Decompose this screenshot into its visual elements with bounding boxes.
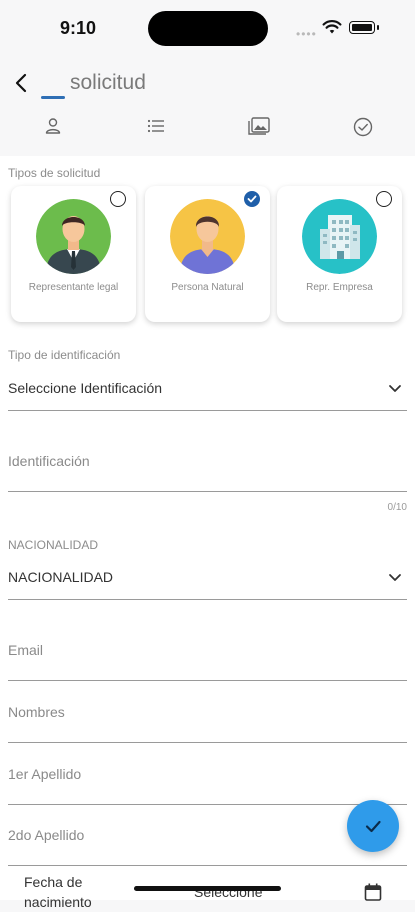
page-title: solicitud bbox=[70, 71, 146, 94]
id-type-label: Tipo de identificación bbox=[8, 348, 121, 362]
radio-checked-icon[interactable] bbox=[244, 191, 260, 207]
nationality-label: NACIONALIDAD bbox=[8, 538, 99, 552]
first-surname-input[interactable]: 1er Apellido bbox=[8, 766, 81, 782]
submit-fab-button[interactable] bbox=[347, 800, 399, 852]
card-representante-legal[interactable]: Representante legal bbox=[11, 186, 136, 322]
check-icon bbox=[365, 820, 381, 833]
nationality-underline bbox=[8, 599, 407, 600]
list-icon bbox=[147, 119, 164, 133]
first-surname-underline bbox=[8, 804, 407, 805]
gallery-icon bbox=[248, 117, 270, 135]
request-form: Tipos de solicitud Representante legal P… bbox=[0, 156, 415, 900]
calendar-icon[interactable] bbox=[363, 882, 383, 902]
status-bar: 9:10 •••• bbox=[0, 0, 415, 56]
identification-input[interactable]: Identificación bbox=[8, 453, 90, 469]
section-label: Tipos de solicitud bbox=[8, 166, 101, 180]
tab-list[interactable] bbox=[126, 116, 186, 154]
email-underline bbox=[8, 680, 407, 681]
home-indicator[interactable] bbox=[134, 886, 281, 891]
nationality-select[interactable]: NACIONALIDAD bbox=[8, 569, 113, 585]
back-button[interactable] bbox=[10, 68, 36, 98]
id-type-underline bbox=[8, 410, 407, 411]
tab-bar bbox=[0, 112, 415, 156]
birth-date-label: Fecha de nacimiento bbox=[24, 874, 92, 910]
dynamic-island bbox=[148, 11, 268, 46]
status-time: 9:10 bbox=[60, 18, 97, 38]
person-icon bbox=[45, 118, 61, 134]
card-label: Representante legal bbox=[28, 282, 119, 293]
card-persona-natural[interactable]: Persona Natural bbox=[145, 186, 270, 322]
tab-check[interactable] bbox=[333, 116, 393, 154]
person-avatar-icon bbox=[170, 199, 245, 274]
chevron-left-icon bbox=[15, 73, 27, 93]
wifi-icon bbox=[322, 20, 342, 34]
names-underline bbox=[8, 742, 407, 743]
radio-unchecked-icon[interactable] bbox=[110, 191, 126, 207]
radio-unchecked-icon[interactable] bbox=[376, 191, 392, 207]
building-avatar-icon bbox=[302, 199, 377, 274]
active-tab-indicator bbox=[41, 96, 65, 99]
card-repr-empresa[interactable]: Repr. Empresa bbox=[277, 186, 402, 322]
signal-icon: •••• bbox=[296, 27, 317, 41]
tab-person[interactable] bbox=[23, 116, 83, 154]
app-header: solicitud bbox=[0, 56, 415, 156]
battery-tip bbox=[377, 25, 379, 30]
chevron-down-icon[interactable] bbox=[388, 382, 402, 394]
names-input[interactable]: Nombres bbox=[8, 704, 65, 720]
identification-underline bbox=[8, 491, 407, 492]
id-type-select[interactable]: Seleccione Identificación bbox=[8, 380, 162, 396]
check-circle-icon bbox=[353, 117, 373, 137]
char-counter: 0/10 bbox=[387, 502, 407, 513]
second-surname-input[interactable]: 2do Apellido bbox=[8, 827, 84, 843]
tab-gallery[interactable] bbox=[229, 116, 289, 154]
card-label: Persona Natural bbox=[171, 282, 244, 293]
email-input[interactable]: Email bbox=[8, 642, 43, 658]
chevron-down-icon[interactable] bbox=[388, 571, 402, 583]
second-surname-underline bbox=[8, 865, 407, 866]
card-label: Repr. Empresa bbox=[306, 282, 373, 293]
battery-icon bbox=[349, 21, 375, 34]
businessman-avatar-icon bbox=[36, 199, 111, 274]
